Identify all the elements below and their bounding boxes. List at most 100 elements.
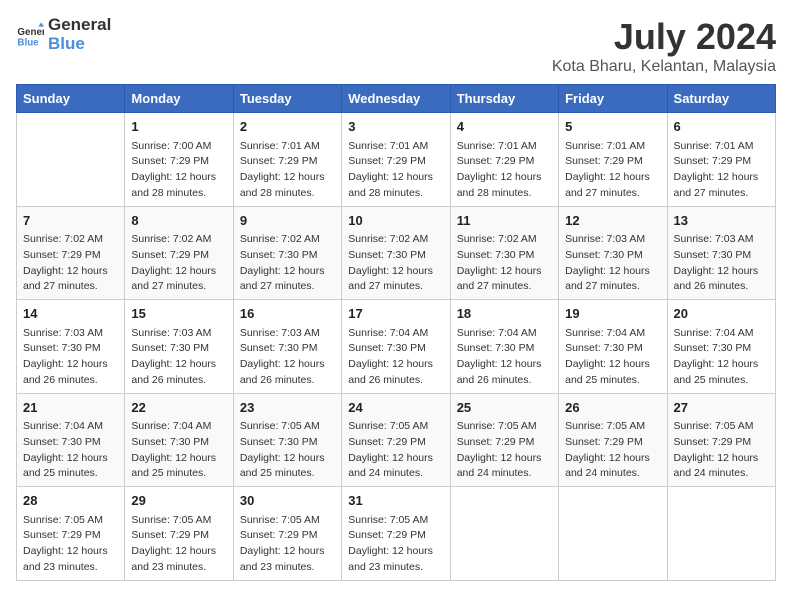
day-info: Sunrise: 7:03 AMSunset: 7:30 PMDaylight:… xyxy=(674,232,769,295)
day-number: 10 xyxy=(348,211,443,231)
day-number: 26 xyxy=(565,398,660,418)
calendar-cell: 20Sunrise: 7:04 AMSunset: 7:30 PMDayligh… xyxy=(667,300,775,394)
day-number: 14 xyxy=(23,304,118,324)
day-number: 22 xyxy=(131,398,226,418)
day-number: 20 xyxy=(674,304,769,324)
day-number: 28 xyxy=(23,491,118,511)
calendar-cell: 2Sunrise: 7:01 AMSunset: 7:29 PMDaylight… xyxy=(233,113,341,207)
calendar-table: SundayMondayTuesdayWednesdayThursdayFrid… xyxy=(16,84,776,581)
day-info: Sunrise: 7:01 AMSunset: 7:29 PMDaylight:… xyxy=(674,139,769,202)
day-info: Sunrise: 7:03 AMSunset: 7:30 PMDaylight:… xyxy=(565,232,660,295)
day-number: 12 xyxy=(565,211,660,231)
location-title: Kota Bharu, Kelantan, Malaysia xyxy=(552,58,776,76)
calendar-cell: 11Sunrise: 7:02 AMSunset: 7:30 PMDayligh… xyxy=(450,206,558,300)
day-info: Sunrise: 7:04 AMSunset: 7:30 PMDaylight:… xyxy=(23,419,118,482)
day-info: Sunrise: 7:04 AMSunset: 7:30 PMDaylight:… xyxy=(348,326,443,389)
calendar-cell xyxy=(559,487,667,581)
day-number: 2 xyxy=(240,117,335,137)
calendar-cell: 9Sunrise: 7:02 AMSunset: 7:30 PMDaylight… xyxy=(233,206,341,300)
calendar-cell: 22Sunrise: 7:04 AMSunset: 7:30 PMDayligh… xyxy=(125,393,233,487)
day-info: Sunrise: 7:05 AMSunset: 7:29 PMDaylight:… xyxy=(565,419,660,482)
calendar-cell: 26Sunrise: 7:05 AMSunset: 7:29 PMDayligh… xyxy=(559,393,667,487)
calendar-header-cell: Wednesday xyxy=(342,85,450,113)
calendar-cell: 13Sunrise: 7:03 AMSunset: 7:30 PMDayligh… xyxy=(667,206,775,300)
day-number: 3 xyxy=(348,117,443,137)
day-info: Sunrise: 7:03 AMSunset: 7:30 PMDaylight:… xyxy=(23,326,118,389)
calendar-cell: 5Sunrise: 7:01 AMSunset: 7:29 PMDaylight… xyxy=(559,113,667,207)
day-info: Sunrise: 7:05 AMSunset: 7:29 PMDaylight:… xyxy=(23,513,118,576)
calendar-cell: 29Sunrise: 7:05 AMSunset: 7:29 PMDayligh… xyxy=(125,487,233,581)
day-info: Sunrise: 7:05 AMSunset: 7:30 PMDaylight:… xyxy=(240,419,335,482)
calendar-cell: 24Sunrise: 7:05 AMSunset: 7:29 PMDayligh… xyxy=(342,393,450,487)
calendar-cell: 10Sunrise: 7:02 AMSunset: 7:30 PMDayligh… xyxy=(342,206,450,300)
day-info: Sunrise: 7:02 AMSunset: 7:30 PMDaylight:… xyxy=(240,232,335,295)
logo-icon: General Blue xyxy=(16,21,44,49)
day-info: Sunrise: 7:04 AMSunset: 7:30 PMDaylight:… xyxy=(674,326,769,389)
calendar-header-cell: Friday xyxy=(559,85,667,113)
calendar-cell: 27Sunrise: 7:05 AMSunset: 7:29 PMDayligh… xyxy=(667,393,775,487)
calendar-cell: 28Sunrise: 7:05 AMSunset: 7:29 PMDayligh… xyxy=(17,487,125,581)
day-info: Sunrise: 7:03 AMSunset: 7:30 PMDaylight:… xyxy=(131,326,226,389)
calendar-header-cell: Thursday xyxy=(450,85,558,113)
calendar-cell: 19Sunrise: 7:04 AMSunset: 7:30 PMDayligh… xyxy=(559,300,667,394)
day-info: Sunrise: 7:01 AMSunset: 7:29 PMDaylight:… xyxy=(240,139,335,202)
day-number: 8 xyxy=(131,211,226,231)
calendar-cell: 12Sunrise: 7:03 AMSunset: 7:30 PMDayligh… xyxy=(559,206,667,300)
day-info: Sunrise: 7:05 AMSunset: 7:29 PMDaylight:… xyxy=(674,419,769,482)
day-number: 23 xyxy=(240,398,335,418)
svg-text:General: General xyxy=(17,27,44,38)
day-number: 31 xyxy=(348,491,443,511)
calendar-header-row: SundayMondayTuesdayWednesdayThursdayFrid… xyxy=(17,85,776,113)
calendar-week-row: 21Sunrise: 7:04 AMSunset: 7:30 PMDayligh… xyxy=(17,393,776,487)
day-info: Sunrise: 7:04 AMSunset: 7:30 PMDaylight:… xyxy=(457,326,552,389)
day-number: 4 xyxy=(457,117,552,137)
calendar-cell: 25Sunrise: 7:05 AMSunset: 7:29 PMDayligh… xyxy=(450,393,558,487)
calendar-cell: 6Sunrise: 7:01 AMSunset: 7:29 PMDaylight… xyxy=(667,113,775,207)
calendar-cell: 4Sunrise: 7:01 AMSunset: 7:29 PMDaylight… xyxy=(450,113,558,207)
calendar-cell: 14Sunrise: 7:03 AMSunset: 7:30 PMDayligh… xyxy=(17,300,125,394)
day-number: 29 xyxy=(131,491,226,511)
day-info: Sunrise: 7:05 AMSunset: 7:29 PMDaylight:… xyxy=(348,513,443,576)
day-info: Sunrise: 7:01 AMSunset: 7:29 PMDaylight:… xyxy=(348,139,443,202)
day-info: Sunrise: 7:01 AMSunset: 7:29 PMDaylight:… xyxy=(457,139,552,202)
day-info: Sunrise: 7:05 AMSunset: 7:29 PMDaylight:… xyxy=(457,419,552,482)
day-number: 25 xyxy=(457,398,552,418)
day-number: 11 xyxy=(457,211,552,231)
day-info: Sunrise: 7:00 AMSunset: 7:29 PMDaylight:… xyxy=(131,139,226,202)
calendar-cell: 3Sunrise: 7:01 AMSunset: 7:29 PMDaylight… xyxy=(342,113,450,207)
day-info: Sunrise: 7:03 AMSunset: 7:30 PMDaylight:… xyxy=(240,326,335,389)
calendar-week-row: 14Sunrise: 7:03 AMSunset: 7:30 PMDayligh… xyxy=(17,300,776,394)
day-number: 24 xyxy=(348,398,443,418)
day-number: 7 xyxy=(23,211,118,231)
day-info: Sunrise: 7:01 AMSunset: 7:29 PMDaylight:… xyxy=(565,139,660,202)
calendar-cell xyxy=(17,113,125,207)
day-info: Sunrise: 7:02 AMSunset: 7:30 PMDaylight:… xyxy=(348,232,443,295)
calendar-cell: 21Sunrise: 7:04 AMSunset: 7:30 PMDayligh… xyxy=(17,393,125,487)
page-header: General Blue General Blue July 2024 Kota… xyxy=(16,16,776,76)
calendar-cell: 23Sunrise: 7:05 AMSunset: 7:30 PMDayligh… xyxy=(233,393,341,487)
calendar-cell: 8Sunrise: 7:02 AMSunset: 7:29 PMDaylight… xyxy=(125,206,233,300)
calendar-week-row: 28Sunrise: 7:05 AMSunset: 7:29 PMDayligh… xyxy=(17,487,776,581)
calendar-cell: 31Sunrise: 7:05 AMSunset: 7:29 PMDayligh… xyxy=(342,487,450,581)
calendar-cell: 18Sunrise: 7:04 AMSunset: 7:30 PMDayligh… xyxy=(450,300,558,394)
calendar-cell xyxy=(450,487,558,581)
day-number: 19 xyxy=(565,304,660,324)
day-info: Sunrise: 7:02 AMSunset: 7:29 PMDaylight:… xyxy=(131,232,226,295)
day-number: 15 xyxy=(131,304,226,324)
day-number: 30 xyxy=(240,491,335,511)
calendar-cell: 16Sunrise: 7:03 AMSunset: 7:30 PMDayligh… xyxy=(233,300,341,394)
day-number: 21 xyxy=(23,398,118,418)
day-info: Sunrise: 7:02 AMSunset: 7:30 PMDaylight:… xyxy=(457,232,552,295)
calendar-cell xyxy=(667,487,775,581)
day-number: 6 xyxy=(674,117,769,137)
day-number: 5 xyxy=(565,117,660,137)
day-number: 13 xyxy=(674,211,769,231)
logo-text-general: General xyxy=(48,16,111,35)
day-number: 1 xyxy=(131,117,226,137)
day-info: Sunrise: 7:05 AMSunset: 7:29 PMDaylight:… xyxy=(348,419,443,482)
day-number: 18 xyxy=(457,304,552,324)
day-info: Sunrise: 7:05 AMSunset: 7:29 PMDaylight:… xyxy=(240,513,335,576)
svg-text:Blue: Blue xyxy=(17,37,39,48)
day-info: Sunrise: 7:04 AMSunset: 7:30 PMDaylight:… xyxy=(131,419,226,482)
day-number: 27 xyxy=(674,398,769,418)
